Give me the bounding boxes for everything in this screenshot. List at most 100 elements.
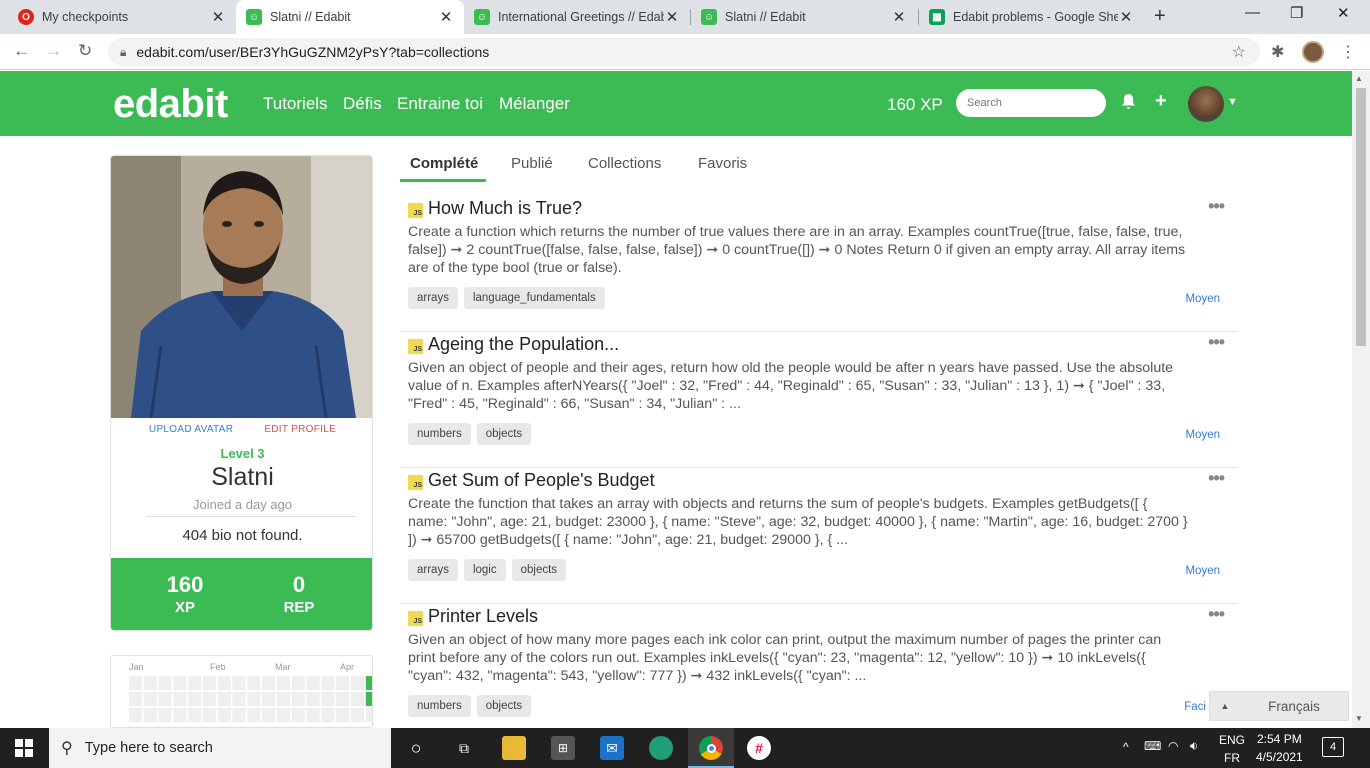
date: 4/5/2021: [1256, 750, 1303, 764]
browser-profile-avatar[interactable]: [1302, 41, 1324, 63]
heatmap-cell: [129, 676, 142, 690]
close-tab-icon[interactable]: ✕: [664, 8, 680, 26]
upload-avatar-link[interactable]: UPLOAD AVATAR: [149, 424, 233, 435]
url-bar[interactable]: 🔒︎ edabit.com/user/BEr3YhGuGZNM2yPsY?tab…: [108, 38, 1260, 66]
close-window-icon[interactable]: ✕: [1337, 4, 1350, 22]
forward-icon[interactable]: →: [45, 41, 62, 61]
user-avatar[interactable]: [1188, 86, 1224, 122]
browser-tab-active[interactable]: ☺ Slatni // Edabit ✕: [236, 0, 464, 34]
nav-practice[interactable]: Entraine toi: [397, 94, 483, 114]
extensions-icon[interactable]: ✱: [1271, 42, 1284, 62]
tab-published[interactable]: Publié: [511, 155, 553, 172]
chevron-down-icon[interactable]: ▼: [1227, 96, 1238, 108]
volume-icon[interactable]: 🔉︎: [1190, 738, 1198, 754]
bell-icon[interactable]: [1121, 93, 1136, 115]
heatmap-cell: [365, 708, 372, 722]
file-explorer-icon[interactable]: [502, 736, 526, 760]
challenge-title[interactable]: How Much is True?: [428, 198, 582, 219]
heatmap-cell: [232, 676, 246, 690]
scroll-down-icon[interactable]: ▼: [1355, 714, 1363, 723]
edge-icon[interactable]: [649, 736, 673, 760]
heatmap-cell: [203, 676, 216, 690]
minimize-icon[interactable]: —: [1245, 4, 1260, 21]
nav-shuffle[interactable]: Mélanger: [499, 94, 570, 114]
tag[interactable]: numbers: [408, 423, 471, 445]
windows-start-icon[interactable]: [12, 736, 36, 760]
more-options-icon[interactable]: •••: [1208, 468, 1225, 489]
back-icon[interactable]: ←: [13, 41, 30, 61]
chrome-icon[interactable]: [699, 736, 723, 760]
slack-icon[interactable]: #: [747, 736, 771, 760]
rep-value: 0: [292, 572, 306, 597]
heatmap-cell: [203, 692, 216, 706]
heatmap-cell: [262, 708, 276, 722]
challenge-card[interactable]: JS How Much is True? ••• Create a functi…: [400, 196, 1238, 332]
tag[interactable]: arrays: [408, 559, 458, 581]
cortana-icon[interactable]: ○: [404, 736, 428, 760]
tag[interactable]: objects: [511, 559, 567, 581]
challenge-title[interactable]: Ageing the Population...: [428, 334, 619, 355]
reload-icon[interactable]: ↻: [78, 41, 92, 61]
heatmap-cell: [277, 708, 290, 722]
store-icon[interactable]: ⊞: [551, 736, 575, 760]
tag[interactable]: language_fundamentals: [463, 287, 605, 309]
close-tab-icon[interactable]: ✕: [210, 8, 226, 26]
tab-collections[interactable]: Collections: [588, 155, 661, 172]
heatmap-cell: [336, 692, 350, 706]
close-tab-icon[interactable]: ✕: [891, 8, 907, 26]
lock-icon: 🔒︎: [120, 44, 127, 59]
mail-icon[interactable]: ✉: [600, 736, 624, 760]
nav-tutorials[interactable]: Tutoriels: [263, 94, 328, 114]
taskbar-search[interactable]: ⚲ Type here to search: [49, 728, 391, 768]
plus-icon[interactable]: +: [1155, 90, 1167, 113]
challenge-title[interactable]: Get Sum of People's Budget: [428, 470, 655, 491]
close-tab-icon[interactable]: ✕: [1118, 8, 1134, 26]
more-options-icon[interactable]: •••: [1208, 332, 1225, 353]
task-view-icon[interactable]: ⧉: [452, 736, 476, 760]
new-tab-button[interactable]: +: [1154, 5, 1166, 28]
edabit-logo[interactable]: edabit: [113, 82, 228, 127]
heatmap-cell: [217, 708, 231, 722]
nav-challenges[interactable]: Défis: [343, 94, 382, 114]
tag[interactable]: objects: [476, 423, 532, 445]
rep-stat: 0 REP: [259, 572, 339, 616]
browser-menu-icon[interactable]: ⋮: [1340, 42, 1356, 62]
notification-center-icon[interactable]: 4: [1322, 737, 1344, 757]
more-options-icon[interactable]: •••: [1208, 196, 1225, 217]
month-label: Feb: [210, 662, 226, 672]
input-language[interactable]: ENG FR: [1219, 733, 1245, 765]
tab-title: International Greetings // Edab: [498, 10, 664, 24]
bookmark-star-icon[interactable]: ☆: [1232, 42, 1246, 62]
heatmap-cell: [262, 676, 276, 690]
more-options-icon[interactable]: •••: [1208, 604, 1225, 625]
active-tab-indicator: [400, 179, 486, 182]
browser-tab[interactable]: ▦ Edabit problems - Google Shee ✕: [919, 0, 1144, 34]
heatmap-cell: [351, 708, 364, 722]
tag[interactable]: numbers: [408, 695, 471, 717]
challenge-title[interactable]: Printer Levels: [428, 606, 538, 627]
tab-completed[interactable]: Complété: [410, 155, 478, 172]
challenge-card[interactable]: JS Get Sum of People's Budget ••• Create…: [400, 468, 1238, 604]
edit-profile-link[interactable]: EDIT PROFILE: [264, 424, 336, 435]
keyboard-icon[interactable]: ⌨: [1144, 739, 1161, 753]
maximize-icon[interactable]: ❐: [1290, 4, 1303, 22]
tag[interactable]: objects: [476, 695, 532, 717]
wifi-icon[interactable]: ◠: [1168, 739, 1178, 753]
heatmap-cell: [321, 692, 335, 706]
scrollbar-thumb[interactable]: [1356, 88, 1366, 346]
browser-tab[interactable]: ☺ International Greetings // Edab ✕: [464, 0, 690, 34]
close-tab-icon[interactable]: ✕: [438, 8, 454, 26]
scroll-up-icon[interactable]: ▲: [1355, 74, 1363, 83]
clock[interactable]: 2:54 PM 4/5/2021: [1256, 732, 1303, 764]
search-input[interactable]: [956, 89, 1106, 117]
browser-tab[interactable]: ☺ Slatni // Edabit ✕: [691, 0, 917, 34]
challenge-card[interactable]: JS Ageing the Population... ••• Given an…: [400, 332, 1238, 468]
chevron-up-icon[interactable]: ^: [1123, 740, 1129, 754]
language-selector[interactable]: ▲ Français: [1209, 691, 1349, 721]
tag[interactable]: arrays: [408, 287, 458, 309]
tab-favorites[interactable]: Favoris: [698, 155, 747, 172]
browser-tab[interactable]: O My checkpoints ✕: [8, 0, 236, 34]
tag[interactable]: logic: [463, 559, 506, 581]
challenge-card[interactable]: JS Printer Levels ••• Given an object of…: [400, 604, 1238, 740]
heatmap-cell: [306, 676, 320, 690]
